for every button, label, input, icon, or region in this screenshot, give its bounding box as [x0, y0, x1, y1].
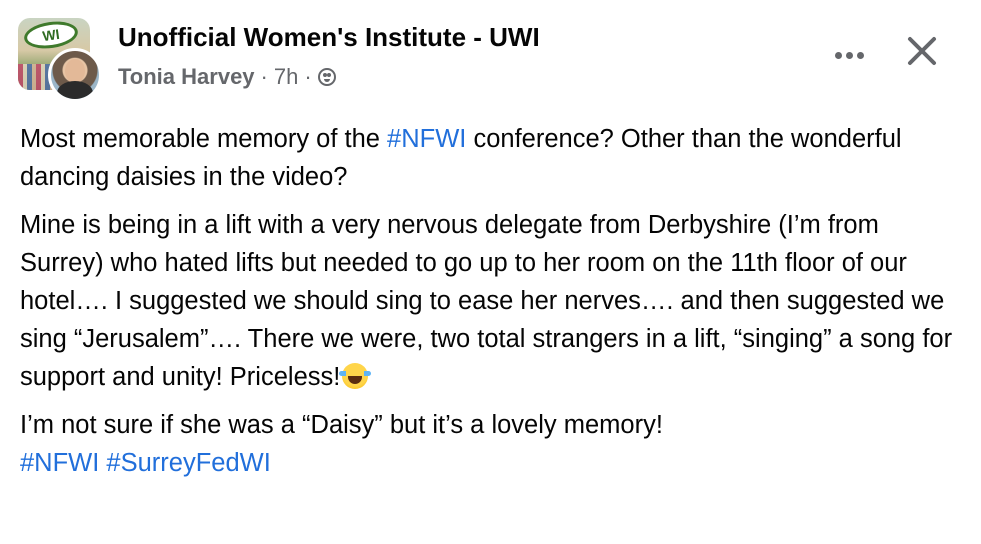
- more-dot: [856, 51, 864, 59]
- laughing-crying-emoji-icon: [339, 363, 372, 389]
- post-text: Most memorable memory of the #NFWI confe…: [20, 120, 965, 492]
- hashtag-link-nfwi[interactable]: #NFWI: [20, 449, 99, 477]
- author-face: [65, 59, 85, 83]
- more-options-icon[interactable]: [826, 40, 872, 70]
- post-paragraph-1: Most memorable memory of the #NFWI confe…: [20, 120, 965, 196]
- post-text-segment: Mine is being in a lift with a very nerv…: [20, 211, 953, 391]
- author-avatar[interactable]: [48, 48, 102, 102]
- post-timestamp-link[interactable]: 7h: [274, 64, 298, 90]
- post-paragraph-3: I’m not sure if she was a “Daisy” but it…: [20, 406, 965, 482]
- more-dot: [834, 51, 842, 59]
- group-badge-logo: WI: [22, 18, 80, 52]
- audience-globe-icon[interactable]: [317, 68, 336, 86]
- meta-separator: ·: [260, 64, 268, 89]
- close-icon[interactable]: [902, 32, 942, 72]
- author-name-link[interactable]: Tonia Harvey: [118, 64, 255, 90]
- post-meta: Tonia Harvey · 7h ·: [118, 64, 336, 90]
- author-body: [57, 81, 93, 99]
- meta-separator: ·: [304, 64, 312, 89]
- more-dot: [845, 51, 853, 59]
- post-header: WI Unofficial Women's Institute - UWI To…: [18, 18, 963, 102]
- hashtag-link-nfwi[interactable]: #NFWI: [387, 125, 466, 153]
- post-paragraph-2: Mine is being in a lift with a very nerv…: [20, 206, 965, 396]
- post-text-segment: Most memorable memory of the: [20, 125, 388, 153]
- hashtag-link-surreyfedwi[interactable]: #SurreyFedWI: [106, 449, 270, 477]
- group-name-link[interactable]: Unofficial Women's Institute - UWI: [118, 22, 540, 53]
- post-text-segment: I’m not sure if she was a “Daisy” but it…: [20, 411, 663, 439]
